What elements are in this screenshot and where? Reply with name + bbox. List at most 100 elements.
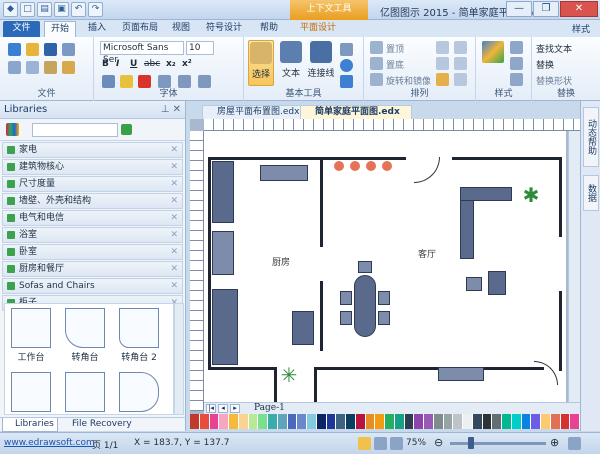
close-button[interactable]: ✕ xyxy=(560,1,598,17)
zoom-in-icon[interactable]: ⊕ xyxy=(550,436,559,449)
sofa-top[interactable] xyxy=(460,187,512,201)
color-swatch[interactable] xyxy=(238,414,249,429)
color-swatch[interactable] xyxy=(277,414,288,429)
shape-cabinet-c[interactable] xyxy=(119,372,159,412)
category-kitchen[interactable]: 厨房和餐厅 ✕ xyxy=(2,261,183,277)
color-swatch[interactable] xyxy=(453,414,463,429)
rotate-icon[interactable] xyxy=(370,73,383,86)
tab-libraries[interactable]: Libraries xyxy=(2,418,58,432)
library-search-input[interactable] xyxy=(32,123,118,137)
tab-help[interactable]: 帮助 xyxy=(254,21,284,37)
dynamic-help-tab[interactable]: 动态帮助 xyxy=(583,107,599,167)
send-back-label[interactable]: 置底 xyxy=(386,58,404,71)
color-swatch[interactable] xyxy=(326,414,337,429)
font-size-select[interactable]: 10 xyxy=(186,41,214,55)
color-swatch[interactable] xyxy=(472,414,483,429)
plant-icon[interactable]: ✱ xyxy=(520,185,542,207)
dining-chair[interactable] xyxy=(358,261,372,273)
color-swatch[interactable] xyxy=(424,414,434,429)
color-swatch[interactable] xyxy=(541,414,551,429)
distribute-icon[interactable] xyxy=(454,41,467,54)
color-swatch[interactable] xyxy=(404,414,415,429)
tab-file[interactable]: 文件 xyxy=(3,21,40,37)
close-icon[interactable]: ✕ xyxy=(170,160,178,175)
replace-button[interactable]: 替换 xyxy=(536,58,554,71)
fit-page-icon[interactable] xyxy=(358,437,371,450)
copy-icon[interactable] xyxy=(26,61,39,74)
doc-tab-house-layout[interactable]: 房屋平面布置图.edx xyxy=(202,105,310,119)
format-painter-icon[interactable] xyxy=(62,61,75,74)
shape-cabinet-b[interactable] xyxy=(65,372,105,412)
color-swatch[interactable] xyxy=(560,414,571,429)
color-swatch[interactable] xyxy=(316,414,327,429)
shape-cabinet-a[interactable] xyxy=(11,372,51,412)
shape-corner-table-2[interactable] xyxy=(119,308,159,348)
pin-close-icon[interactable]: ⊥ ✕ xyxy=(161,101,181,119)
ungroup-icon[interactable] xyxy=(454,57,467,70)
color-swatch[interactable] xyxy=(531,414,541,429)
shape-workbench[interactable] xyxy=(11,308,51,348)
first-page-icon[interactable]: |◂ xyxy=(206,404,216,413)
library-menu-icon[interactable] xyxy=(6,123,19,136)
open-folder-icon[interactable] xyxy=(26,43,39,56)
line-icon[interactable] xyxy=(340,43,353,56)
zoom-slider-handle[interactable] xyxy=(468,437,474,449)
bring-front-icon[interactable] xyxy=(370,41,383,54)
color-swatch[interactable] xyxy=(297,414,307,429)
close-icon[interactable]: ✕ xyxy=(170,211,178,226)
save-icon[interactable]: ▣ xyxy=(54,2,69,17)
drawing-page[interactable]: 厨房 客厅 ✱ ✳ xyxy=(204,131,566,403)
bar-stools[interactable] xyxy=(334,161,396,173)
category-dimensioning[interactable]: 尺寸度量 ✕ xyxy=(2,176,183,192)
category-electrical[interactable]: 电气和电信 ✕ xyxy=(2,210,183,226)
page-tab[interactable]: Page-1 xyxy=(254,403,285,413)
fridge[interactable] xyxy=(292,311,314,345)
category-sofas[interactable]: Sofas and Chairs ✕ xyxy=(2,278,183,294)
bring-front-label[interactable]: 置顶 xyxy=(386,42,404,55)
close-icon[interactable]: ✕ xyxy=(170,194,178,209)
find-text-button[interactable]: 查找文本 xyxy=(536,42,572,55)
tab-floor-design[interactable]: 平面设计 xyxy=(294,21,342,37)
drawing-canvas[interactable]: 厨房 客厅 ✱ ✳ |◂ ◂ ▸ Page-1 xyxy=(190,119,580,414)
side-table[interactable] xyxy=(466,277,482,291)
data-tab[interactable]: 数据 xyxy=(583,175,599,211)
prev-page-icon[interactable]: ◂ xyxy=(218,404,228,413)
stove[interactable] xyxy=(212,289,238,365)
paste-icon[interactable] xyxy=(44,61,57,74)
color-swatch[interactable] xyxy=(229,414,239,429)
color-swatch[interactable] xyxy=(336,414,346,429)
category-walls[interactable]: 墙壁、外壳和结构 ✕ xyxy=(2,193,183,209)
tab-insert[interactable]: 插入 xyxy=(82,21,112,37)
color-swatch[interactable] xyxy=(502,414,512,429)
color-swatch[interactable] xyxy=(550,414,561,429)
sink[interactable] xyxy=(212,231,234,275)
category-bedroom[interactable]: 卧室 ✕ xyxy=(2,244,183,260)
bold-button[interactable]: B xyxy=(102,59,109,69)
zoom-slider[interactable] xyxy=(450,442,546,445)
theme-icon[interactable] xyxy=(482,41,504,63)
color-swatch[interactable] xyxy=(190,414,200,429)
category-building-core[interactable]: 建筑物核心 ✕ xyxy=(2,159,183,175)
print-icon[interactable] xyxy=(62,43,75,56)
group-icon[interactable] xyxy=(436,57,449,70)
connector-tool-button[interactable]: 连接线 xyxy=(306,40,336,86)
color-swatch[interactable] xyxy=(570,414,580,429)
doc-tab-simple-home[interactable]: 简单家庭平面图.edx xyxy=(300,105,412,119)
close-icon[interactable]: ✕ xyxy=(170,143,178,158)
category-bathroom[interactable]: 浴室 ✕ xyxy=(2,227,183,243)
lock-icon[interactable] xyxy=(436,73,449,86)
undo-icon[interactable]: ↶ xyxy=(71,2,86,17)
search-go-icon[interactable] xyxy=(121,124,132,135)
color-swatch[interactable] xyxy=(346,414,356,429)
color-swatch[interactable] xyxy=(268,414,278,429)
new-icon[interactable]: □ xyxy=(20,2,35,17)
fit-width-icon[interactable] xyxy=(374,437,387,450)
italic-button[interactable]: I xyxy=(116,59,119,69)
redo-icon[interactable]: ↷ xyxy=(88,2,103,17)
close-icon[interactable]: ✕ xyxy=(170,262,178,277)
close-icon[interactable]: ✕ xyxy=(170,177,178,192)
color-swatch[interactable] xyxy=(385,414,395,429)
subscript-button[interactable]: x₂ xyxy=(166,59,176,69)
kitchen-cabinet[interactable] xyxy=(260,165,308,181)
style-menu[interactable]: 样式 xyxy=(572,22,590,35)
